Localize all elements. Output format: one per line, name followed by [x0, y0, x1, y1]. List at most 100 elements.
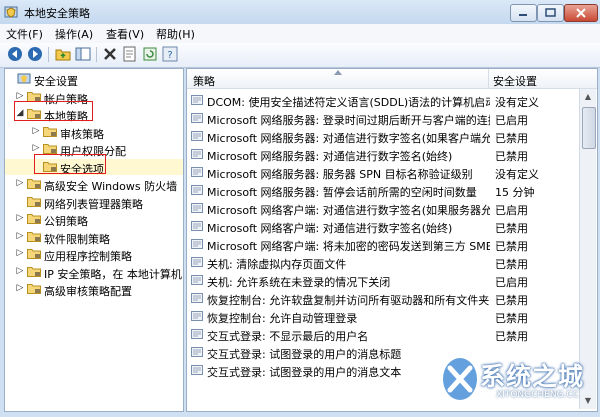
policy-setting-icon: [191, 293, 203, 303]
policy-row[interactable]: 交互式登录: 不显示最后的用户名 已禁用: [187, 325, 579, 343]
policy-setting-icon: [191, 203, 203, 213]
menu-file[interactable]: 文件(F): [6, 26, 43, 42]
folder-icon: [27, 266, 41, 277]
policy-name: 恢复控制台: 允许软盘复制并访问所有驱动器和所有文件夹: [207, 294, 490, 307]
policy-setting-icon: [191, 347, 203, 357]
tree-item-label: IP 安全策略，在 本地计算机: [44, 267, 182, 281]
policy-setting-icon: [191, 221, 203, 231]
tree-item-label: 高级安全 Windows 防火墙: [44, 180, 178, 193]
title-bar: 本地安全策略: [0, 0, 600, 24]
policy-setting-value: 已禁用: [495, 258, 528, 271]
column-header-policy-label: 策略: [193, 75, 215, 88]
policy-setting-icon: [191, 311, 203, 321]
policy-name: 恢复控制台: 允许自动管理登录: [207, 312, 358, 325]
security-settings-icon: [17, 73, 31, 84]
policy-setting-value: 已启用: [495, 276, 528, 289]
close-button[interactable]: [564, 4, 598, 22]
expand-toggle-icon[interactable]: ▷: [15, 177, 25, 189]
policy-row[interactable]: Microsoft 网络客户端: 将未加密的密码发送到第三方 SMB... 已禁用: [187, 235, 579, 253]
expand-toggle-icon[interactable]: [5, 72, 15, 84]
tree-item[interactable]: ▷ IP 安全策略，在 本地计算机: [5, 264, 183, 281]
delete-icon[interactable]: [102, 46, 118, 62]
folder-icon: [27, 91, 41, 102]
tree-item[interactable]: ▷ 高级安全 Windows 防火墙: [5, 176, 183, 193]
expand-toggle-icon[interactable]: ▷: [15, 265, 25, 277]
folder-icon: [27, 231, 41, 242]
tree-item-label: 安全设置: [34, 75, 78, 88]
tree-item[interactable]: 网络列表管理器策略: [5, 194, 183, 211]
policy-name: Microsoft 网络服务器: 服务器 SPN 目标名称验证级别: [207, 168, 473, 181]
policy-row[interactable]: 关机: 清除虚拟内存页面文件 已禁用: [187, 253, 579, 271]
refresh-icon[interactable]: [142, 46, 158, 62]
sort-ascending-icon: [334, 70, 342, 75]
tree-item[interactable]: ▷ 软件限制策略: [5, 229, 183, 246]
column-header-setting[interactable]: 安全设置: [489, 69, 597, 89]
folder-icon: [27, 249, 41, 259]
expand-toggle-icon[interactable]: ▷: [15, 90, 25, 102]
menu-bar: 文件(F) 操作(A) 查看(V) 帮助(H): [0, 24, 600, 44]
highlight-local-policy: [14, 101, 93, 121]
policy-setting-icon: [191, 257, 203, 267]
policy-row[interactable]: Microsoft 网络客户端: 对通信进行数字签名(始终) 已禁用: [187, 217, 579, 235]
forward-icon[interactable]: [27, 46, 43, 62]
tree-item[interactable]: ▷ 公钥策略: [5, 211, 183, 228]
policy-row[interactable]: Microsoft 网络服务器: 对通信进行数字签名(始终) 已禁用: [187, 145, 579, 163]
tree-item-label: 高级审核策略配置: [44, 285, 132, 298]
policy-row[interactable]: 关机: 允许系统在未登录的情况下关闭 已启用: [187, 271, 579, 289]
policy-name: Microsoft 网络服务器: 对通信进行数字签名(始终): [207, 150, 453, 163]
menu-action[interactable]: 操作(A): [55, 26, 93, 42]
folder-icon: [27, 179, 41, 189]
expand-toggle-icon[interactable]: ▷: [15, 282, 25, 294]
scroll-up-icon[interactable]: ▲: [580, 89, 596, 105]
policy-row[interactable]: Microsoft 网络服务器: 对通信进行数字签名(如果客户端允... 已禁用: [187, 127, 579, 145]
menu-view[interactable]: 查看(V): [106, 26, 144, 42]
up-folder-icon[interactable]: [55, 46, 71, 62]
tree-item-label: 应用程序控制策略: [44, 250, 132, 263]
policy-setting-value: 已禁用: [495, 222, 528, 235]
maximize-button[interactable]: [537, 4, 564, 22]
column-header-policy[interactable]: 策略: [187, 69, 489, 89]
minimize-button[interactable]: [510, 4, 537, 22]
policy-setting-icon: [191, 131, 203, 141]
logo-mark-icon: [443, 358, 477, 400]
menu-help[interactable]: 帮助(H): [156, 26, 195, 42]
properties-icon[interactable]: [122, 46, 138, 62]
column-header-setting-label: 安全设置: [493, 75, 537, 88]
tree-item[interactable]: ▷ 审核策略: [5, 124, 183, 141]
expand-toggle-icon[interactable]: ▷: [15, 247, 25, 259]
policy-name: Microsoft 网络服务器: 登录时间过期后断开与客户端的连接: [207, 114, 490, 127]
policy-row[interactable]: Microsoft 网络服务器: 登录时间过期后断开与客户端的连接 已启用: [187, 109, 579, 127]
policy-setting-value: 15 分钟: [495, 186, 535, 199]
help-icon[interactable]: ?: [162, 46, 178, 62]
folder-icon: [27, 196, 41, 207]
policy-name: Microsoft 网络客户端: 对通信进行数字签名(如果服务器允...: [207, 204, 490, 217]
tree-item[interactable]: ▷ 应用程序控制策略: [5, 246, 183, 263]
policy-row[interactable]: 恢复控制台: 允许自动管理登录 已禁用: [187, 307, 579, 325]
policy-setting-icon: [191, 167, 203, 177]
expand-toggle-icon[interactable]: ▷: [15, 212, 25, 224]
folder-icon: [43, 126, 57, 137]
logo-subtitle: XITONGCHENG.CC: [496, 390, 579, 400]
expand-toggle-icon[interactable]: [15, 195, 25, 207]
tree-item-label: 网络列表管理器策略: [44, 197, 143, 211]
policy-row[interactable]: Microsoft 网络服务器: 服务器 SPN 目标名称验证级别 没有定义: [187, 163, 579, 181]
policy-row[interactable]: 恢复控制台: 允许软盘复制并访问所有驱动器和所有文件夹 已禁用: [187, 289, 579, 307]
show-tree-icon[interactable]: [75, 46, 91, 62]
policy-row[interactable]: Microsoft 网络服务器: 暂停会话前所需的空闲时间数量 15 分钟: [187, 181, 579, 199]
security-policy-icon: [4, 6, 18, 18]
policy-row[interactable]: DCOM: 使用安全描述符定义语言(SDDL)语法的计算机启动... 没有定义: [187, 91, 579, 109]
policy-setting-icon: [191, 329, 203, 339]
scrollbar-thumb[interactable]: [582, 107, 596, 149]
back-icon[interactable]: [7, 46, 23, 62]
expand-toggle-icon[interactable]: ▷: [31, 125, 41, 137]
expand-toggle-icon[interactable]: ▷: [31, 142, 41, 154]
tree-item[interactable]: 安全设置: [5, 71, 183, 88]
policy-row[interactable]: Microsoft 网络客户端: 对通信进行数字签名(如果服务器允... 已启用: [187, 199, 579, 217]
expand-toggle-icon[interactable]: ▷: [15, 230, 25, 242]
window-title: 本地安全策略: [24, 7, 90, 20]
tree-item[interactable]: ▷ 高级审核策略配置: [5, 281, 183, 298]
logo-title: 系统之城: [480, 362, 585, 391]
policy-name: Microsoft 网络服务器: 暂停会话前所需的空闲时间数量: [207, 186, 477, 199]
policy-name: Microsoft 网络客户端: 对通信进行数字签名(始终): [207, 222, 453, 235]
policy-setting-icon: [191, 239, 203, 249]
